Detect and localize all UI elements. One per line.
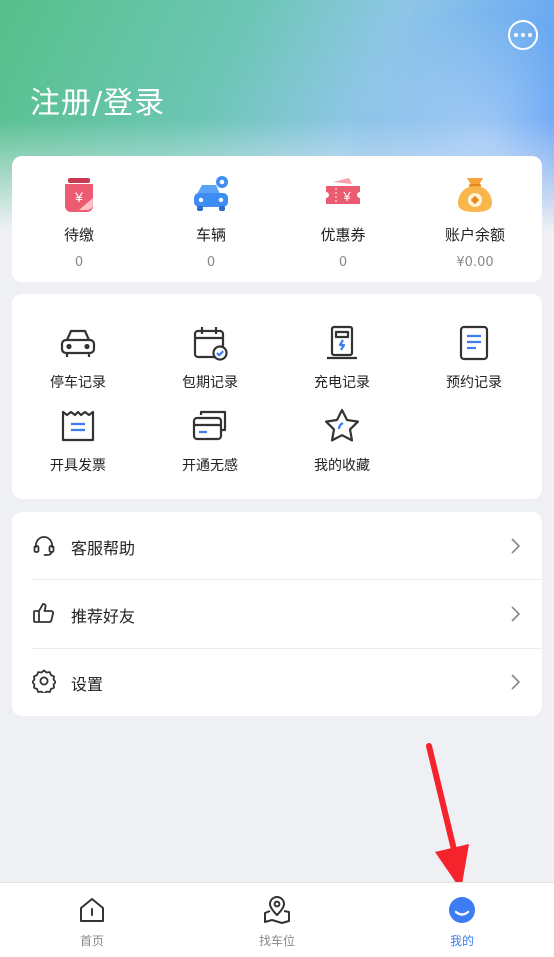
menu-item-label: 客服帮助 [71, 539, 136, 558]
stat-value: ¥0.00 [456, 255, 494, 270]
chevron-right-icon [511, 538, 520, 554]
document-icon [459, 325, 489, 361]
stat-label: 账户余额 [444, 226, 505, 244]
tab-mine[interactable]: 我的 [370, 883, 554, 957]
map-pin-icon [264, 896, 290, 924]
tab-find-parking[interactable]: 找车位 [185, 883, 369, 957]
tab-label: 我的 [449, 934, 474, 948]
stat-label: 车辆 [195, 226, 226, 244]
service-label: 我的收藏 [314, 458, 370, 474]
more-chat-icon[interactable] [508, 20, 538, 50]
menu-item-label: 推荐好友 [71, 607, 136, 626]
stat-value: 0 [206, 255, 216, 270]
car-location-icon [194, 176, 228, 211]
services-card: 停车记录 包期记录 充电记录 预约记录 开具发票 开通无感 我的收藏 [12, 294, 542, 499]
stat-pending-payment[interactable]: ¥ 待缴 0 [13, 174, 145, 270]
service-issue-invoice[interactable]: 开具发票 [12, 407, 144, 475]
chevron-right-icon [511, 606, 520, 622]
svg-text:¥: ¥ [74, 189, 83, 205]
money-bag-icon [458, 178, 492, 212]
service-subscription-records[interactable]: 包期记录 [144, 324, 276, 392]
menu-item-recommend-friends[interactable]: 推荐好友 [12, 580, 542, 648]
stat-value: 0 [338, 255, 348, 270]
annotation-arrow [426, 743, 469, 890]
service-enable-contactless[interactable]: 开通无感 [144, 407, 276, 475]
service-my-favorites[interactable]: 我的收藏 [276, 407, 408, 475]
stat-vehicles[interactable]: 车辆 0 [145, 174, 277, 270]
service-reservation-records[interactable]: 预约记录 [408, 324, 540, 392]
menu-item-settings[interactable]: 设置 [12, 648, 542, 716]
calendar-check-icon [193, 327, 228, 361]
tab-home[interactable]: 首页 [0, 883, 184, 957]
thumbs-up-icon [33, 603, 54, 623]
stat-value: 0 [74, 255, 84, 270]
car-icon [60, 329, 96, 357]
gear-icon [32, 669, 56, 693]
invoice-icon [61, 410, 95, 442]
home-icon [80, 898, 104, 922]
pending-payment-icon: ¥ [65, 178, 93, 212]
star-icon [324, 408, 360, 442]
profile-icon [449, 897, 475, 923]
card-icon [192, 410, 227, 441]
menu-item-label: 设置 [71, 675, 104, 694]
account-stats-card: ¥ 待缴 0 车辆 0 ¥ 优惠券 0 账户余额 ¥0.00 [12, 156, 542, 282]
service-charging-records[interactable]: 充电记录 [276, 324, 408, 392]
chevron-right-icon [511, 674, 520, 690]
stat-label: 待缴 [63, 226, 94, 244]
stat-balance[interactable]: 账户余额 ¥0.00 [409, 174, 541, 270]
service-label: 预约记录 [446, 375, 502, 391]
stat-label: 优惠券 [320, 226, 366, 244]
headset-icon [33, 536, 55, 556]
bottom-tab-bar: 首页 找车位 我的 [0, 882, 554, 957]
svg-text:¥: ¥ [342, 189, 351, 204]
service-label: 包期记录 [182, 375, 238, 391]
menu-item-customer-help[interactable]: 客服帮助 [12, 512, 542, 580]
service-parking-records[interactable]: 停车记录 [12, 324, 144, 392]
tab-label: 找车位 [258, 934, 295, 948]
login-register-title[interactable]: 注册/登录 [30, 78, 165, 122]
service-label: 开通无感 [182, 458, 238, 474]
stat-coupons[interactable]: ¥ 优惠券 0 [277, 174, 409, 270]
coupon-icon: ¥ [326, 178, 360, 204]
service-label: 充电记录 [314, 375, 370, 391]
tab-label: 首页 [79, 934, 104, 948]
service-label: 开具发票 [50, 458, 106, 474]
charging-station-icon [327, 325, 357, 360]
menu-card: 客服帮助 推荐好友 设置 [12, 512, 542, 716]
service-label: 停车记录 [50, 375, 106, 391]
